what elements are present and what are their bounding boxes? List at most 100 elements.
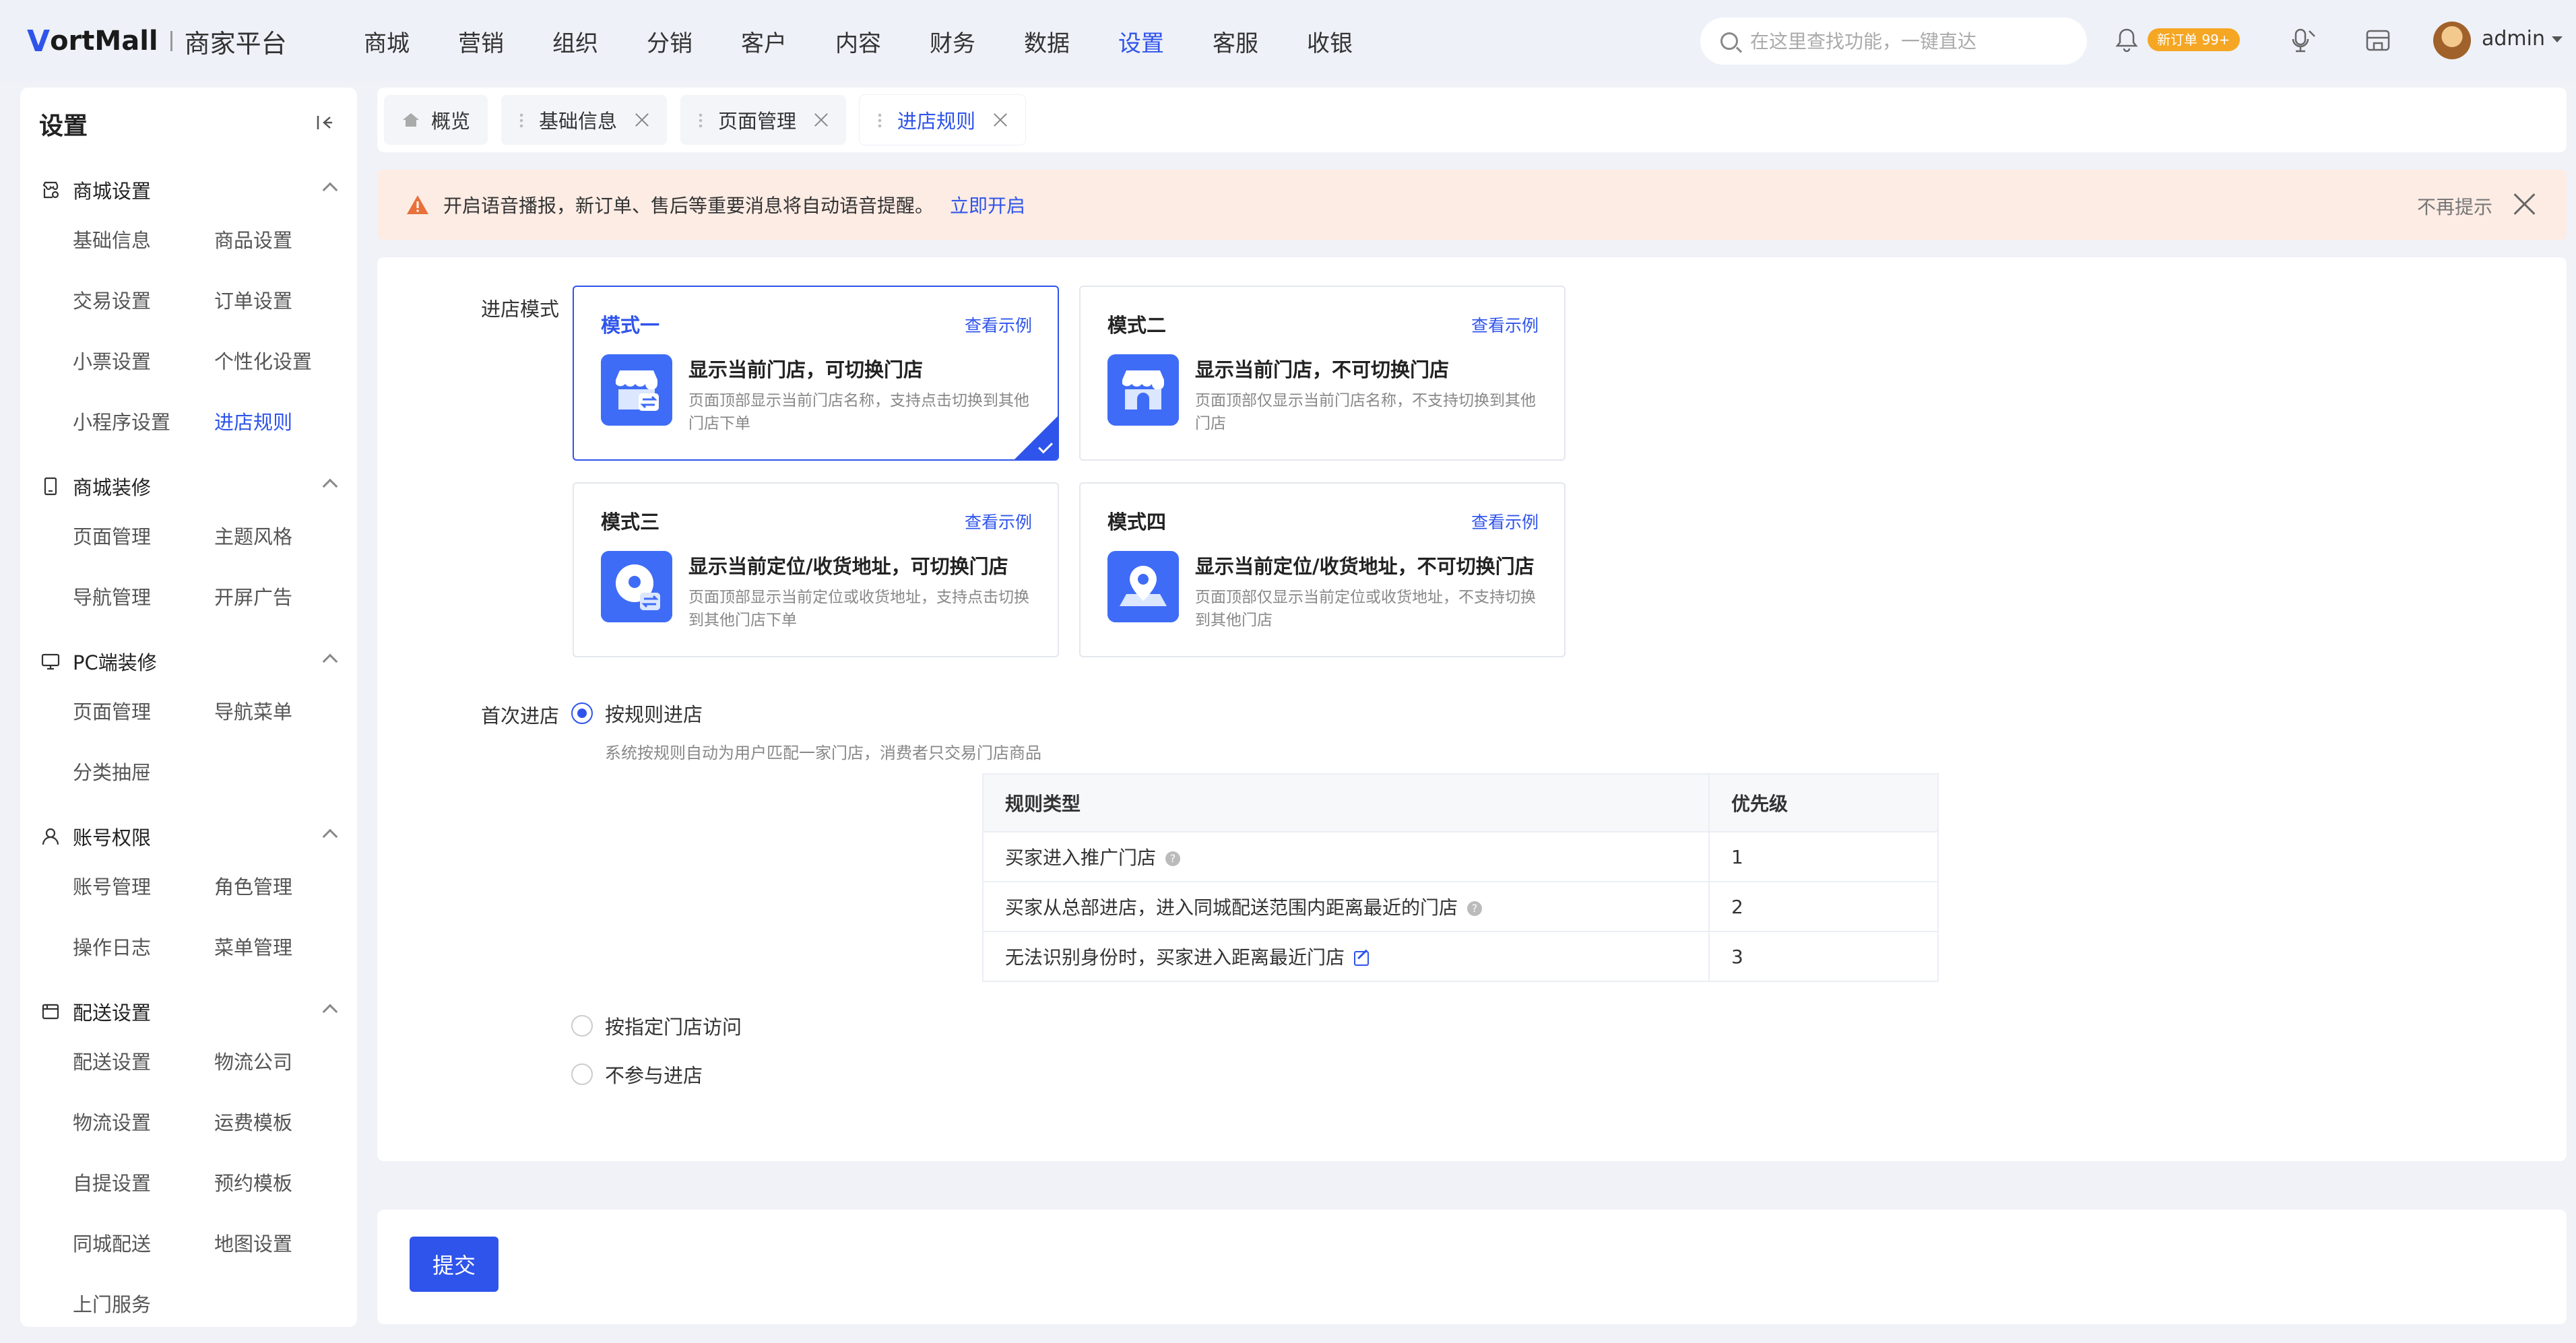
sidebar-item-product-settings[interactable]: 商品设置 xyxy=(214,210,356,271)
location-pin-icon xyxy=(1107,551,1179,622)
mode-card-2[interactable]: 模式二 查看示例 显示当前门店，不可切换门店 页面顶部仅显示当前门店名称，不支持… xyxy=(1079,286,1566,461)
sidebar-item-splash-ad[interactable]: 开屏广告 xyxy=(214,567,356,628)
avatar[interactable] xyxy=(2433,22,2471,59)
collapse-sidebar-icon[interactable] xyxy=(315,113,334,132)
close-icon[interactable] xyxy=(2513,193,2536,216)
topnav-item-settings[interactable]: 设置 xyxy=(1118,25,1164,58)
sidebar-group-head[interactable]: 商城设置 xyxy=(20,170,357,210)
mode-card-3[interactable]: 模式三 查看示例 显示当前定位/收货地址，可切换门店 页面顶部显示当前定位或收货… xyxy=(573,482,1059,657)
topnav-item-marketing[interactable]: 营销 xyxy=(458,25,504,58)
view-example-link[interactable]: 查看示例 xyxy=(965,313,1032,337)
sidebar-item-menu-management[interactable]: 菜单管理 xyxy=(214,917,356,978)
sidebar-item-operation-log[interactable]: 操作日志 xyxy=(73,917,214,978)
sidebar-item-pc-page-management[interactable]: 页面管理 xyxy=(73,682,214,742)
close-icon[interactable] xyxy=(635,112,649,127)
store-switch-icon[interactable] xyxy=(2363,26,2393,55)
sidebar-item-local-delivery[interactable]: 同城配送 xyxy=(73,1214,214,1274)
radio-not-participate[interactable]: 不参与进店 xyxy=(571,1060,703,1088)
enable-voice-link[interactable]: 立即开启 xyxy=(950,191,1025,218)
sidebar-group-label: 配送设置 xyxy=(73,1002,152,1024)
page-tabs: 概览 基础信息 页面管理 进店规则 xyxy=(377,88,2567,152)
sidebar-item-shipping-template[interactable]: 运费模板 xyxy=(214,1092,356,1153)
sidebar-group-pc-decoration: PC端装修 页面管理 导航菜单 分类抽屉 xyxy=(20,641,357,803)
radio-button[interactable] xyxy=(571,1063,593,1085)
tab-label: 概览 xyxy=(431,110,471,133)
mode-name: 模式三 xyxy=(601,511,660,533)
search-input[interactable] xyxy=(1750,30,2073,53)
sidebar-item-map-settings[interactable]: 地图设置 xyxy=(214,1214,356,1274)
sidebar-item-appointment-template[interactable]: 预约模板 xyxy=(214,1153,356,1214)
drag-handle-icon[interactable] xyxy=(877,112,883,127)
sidebar-group-label: 商城设置 xyxy=(73,180,152,203)
view-example-link[interactable]: 查看示例 xyxy=(1471,313,1539,337)
topnav-item-distribution[interactable]: 分销 xyxy=(647,25,693,58)
topnav-item-mall[interactable]: 商城 xyxy=(364,25,410,58)
sidebar-item-miniprogram[interactable]: 小程序设置 xyxy=(73,392,214,453)
bell-icon[interactable] xyxy=(2115,27,2138,54)
close-icon[interactable] xyxy=(814,112,829,127)
sidebar-item-page-management[interactable]: 页面管理 xyxy=(73,506,214,567)
sidebar-item-receipt-settings[interactable]: 小票设置 xyxy=(73,331,214,392)
tab-basic-info[interactable]: 基础信息 xyxy=(501,95,668,145)
sidebar-item-nav-menu[interactable]: 导航菜单 xyxy=(214,682,356,742)
sidebar-item-basic-info[interactable]: 基础信息 xyxy=(73,210,214,271)
topnav-item-content[interactable]: 内容 xyxy=(835,25,881,58)
sidebar-item-pickup-settings[interactable]: 自提设置 xyxy=(73,1153,214,1214)
topnav-item-data[interactable]: 数据 xyxy=(1024,25,1070,58)
mode-card-1[interactable]: 模式一 查看示例 显示当前门店，可切换门店 页面顶部显示当前门店名称，支持点击切… xyxy=(573,286,1059,461)
sidebar-group-head[interactable]: 商城装修 xyxy=(20,466,357,506)
drag-handle-icon[interactable] xyxy=(519,112,525,127)
dont-remind-link[interactable]: 不再提示 xyxy=(2417,193,2492,220)
topnav-item-customer[interactable]: 客户 xyxy=(741,25,787,58)
radio-specified-store[interactable]: 按指定门店访问 xyxy=(571,1012,742,1040)
sidebar-item-theme-style[interactable]: 主题风格 xyxy=(214,506,356,567)
radio-label: 不参与进店 xyxy=(605,1064,703,1087)
sidebar-item-nav-management[interactable]: 导航管理 xyxy=(73,567,214,628)
close-icon[interactable] xyxy=(993,112,1008,127)
help-icon[interactable]: ? xyxy=(1165,851,1181,866)
sidebar-item-personalization[interactable]: 个性化设置 xyxy=(214,331,356,392)
radio-button[interactable] xyxy=(571,702,593,724)
topnav-item-finance[interactable]: 财务 xyxy=(930,25,975,58)
radio-button[interactable] xyxy=(571,1015,593,1037)
tab-entry-rules[interactable]: 进店规则 xyxy=(860,95,1026,145)
sidebar-item-category-drawer[interactable]: 分类抽屉 xyxy=(73,742,214,803)
sidebar-group-head[interactable]: 配送设置 xyxy=(20,991,357,1032)
rule-type-text: 买家从总部进店，进入同城配送范围内距离最近的门店 xyxy=(1005,896,1458,919)
sidebar-item-trade-settings[interactable]: 交易设置 xyxy=(73,271,214,331)
mode-card-4[interactable]: 模式四 查看示例 显示当前定位/收货地址，不可切换门店 页面顶部仅显示当前定位或… xyxy=(1079,482,1566,657)
radio-by-rule[interactable]: 按规则进店 xyxy=(571,699,703,727)
tab-label: 基础信息 xyxy=(539,110,618,133)
chevron-up-icon xyxy=(322,1004,338,1020)
logo[interactable]: V ortMall 商家平台 xyxy=(27,23,287,59)
submit-button[interactable]: 提交 xyxy=(410,1237,498,1292)
voice-broadcast-icon[interactable] xyxy=(2288,26,2317,55)
view-example-link[interactable]: 查看示例 xyxy=(965,509,1032,533)
sidebar-group-head[interactable]: 账号权限 xyxy=(20,816,357,857)
sidebar-group-head[interactable]: PC端装修 xyxy=(20,641,357,682)
sidebar-item-account-management[interactable]: 账号管理 xyxy=(73,857,214,917)
mode-name: 模式四 xyxy=(1107,511,1167,533)
sidebar-item-role-management[interactable]: 角色管理 xyxy=(214,857,356,917)
edit-icon[interactable] xyxy=(1354,951,1370,966)
new-order-badge[interactable]: 新订单 99+ xyxy=(2148,28,2240,51)
topnav-item-org[interactable]: 组织 xyxy=(552,25,598,58)
sidebar-item-entry-rules[interactable]: 进店规则 xyxy=(214,392,356,453)
sidebar-item-logistics-company[interactable]: 物流公司 xyxy=(214,1032,356,1092)
entry-rules-form: 进店模式 模式一 查看示例 显示当前门店，可切换门店 页面顶部显示当前门店名称，… xyxy=(377,257,2567,1161)
user-menu[interactable]: admin xyxy=(2482,27,2563,51)
drag-handle-icon[interactable] xyxy=(698,112,704,127)
sidebar-item-order-settings[interactable]: 订单设置 xyxy=(214,271,356,331)
help-icon[interactable]: ? xyxy=(1467,901,1483,916)
sidebar-item-logistics-settings[interactable]: 物流设置 xyxy=(73,1092,214,1153)
table-row: 无法识别身份时，买家进入距离最近门店 3 xyxy=(982,931,1939,982)
radio-label: 按规则进店 xyxy=(605,703,703,726)
sidebar-item-delivery-settings[interactable]: 配送设置 xyxy=(73,1032,214,1092)
topnav-item-cashier[interactable]: 收银 xyxy=(1307,25,1353,58)
topnav-item-service[interactable]: 客服 xyxy=(1213,25,1258,58)
logo-text: ortMall xyxy=(50,26,158,57)
view-example-link[interactable]: 查看示例 xyxy=(1471,509,1539,533)
tab-page-management[interactable]: 页面管理 xyxy=(680,95,847,145)
tab-overview[interactable]: 概览 xyxy=(384,95,488,145)
sidebar-item-door-service[interactable]: 上门服务 xyxy=(73,1274,214,1327)
